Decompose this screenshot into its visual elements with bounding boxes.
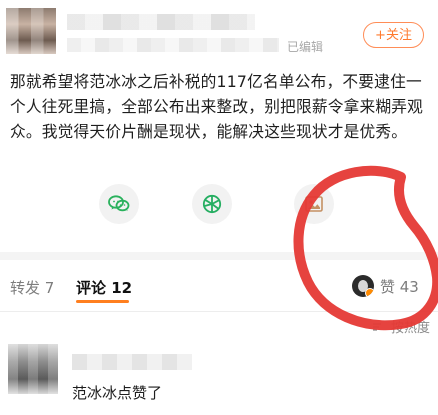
like-user-avatar: [352, 275, 374, 297]
active-tab-indicator: [76, 300, 129, 303]
comment-author-name-blurred[interactable]: [72, 354, 192, 370]
section-divider: [0, 252, 438, 260]
follow-button[interactable]: +关注: [363, 22, 424, 48]
post-author-name-blurred[interactable]: [67, 14, 255, 30]
share-image-button[interactable]: [294, 184, 334, 224]
edited-label: 已编辑: [287, 40, 324, 54]
tab-comment[interactable]: 评论 12: [76, 277, 132, 298]
share-row: [0, 184, 438, 236]
likes-label: 赞 43: [380, 277, 419, 296]
moments-icon: [202, 194, 222, 214]
interaction-tabs: 转发 7 评论 12 赞 43: [0, 260, 438, 312]
verified-badge-icon: [365, 288, 374, 297]
sort-by-heat-button[interactable]: 按热度: [371, 317, 430, 336]
post-body-text: 那就希望将范冰冰之后补税的117亿名单公布，不要逮住一个人往死里搞，全部公布出来…: [10, 72, 424, 141]
picture-icon: [305, 196, 323, 212]
share-moments-button[interactable]: [192, 184, 232, 224]
follow-button-label: +关注: [375, 28, 412, 43]
share-wechat-button[interactable]: [99, 184, 139, 224]
comment-author-avatar[interactable]: [8, 344, 58, 394]
post-meta-blurred: [67, 38, 279, 52]
sort-label: 按热度: [390, 321, 430, 336]
post-author-avatar[interactable]: [6, 8, 56, 54]
sort-icon: [372, 323, 381, 331]
tabs-bottom-divider: [0, 311, 438, 312]
comment-text: 范冰冰点赞了: [72, 384, 163, 402]
likes-summary[interactable]: 赞 43: [352, 275, 419, 297]
tab-repost[interactable]: 转发 7: [10, 277, 54, 298]
wechat-icon: [108, 195, 130, 212]
